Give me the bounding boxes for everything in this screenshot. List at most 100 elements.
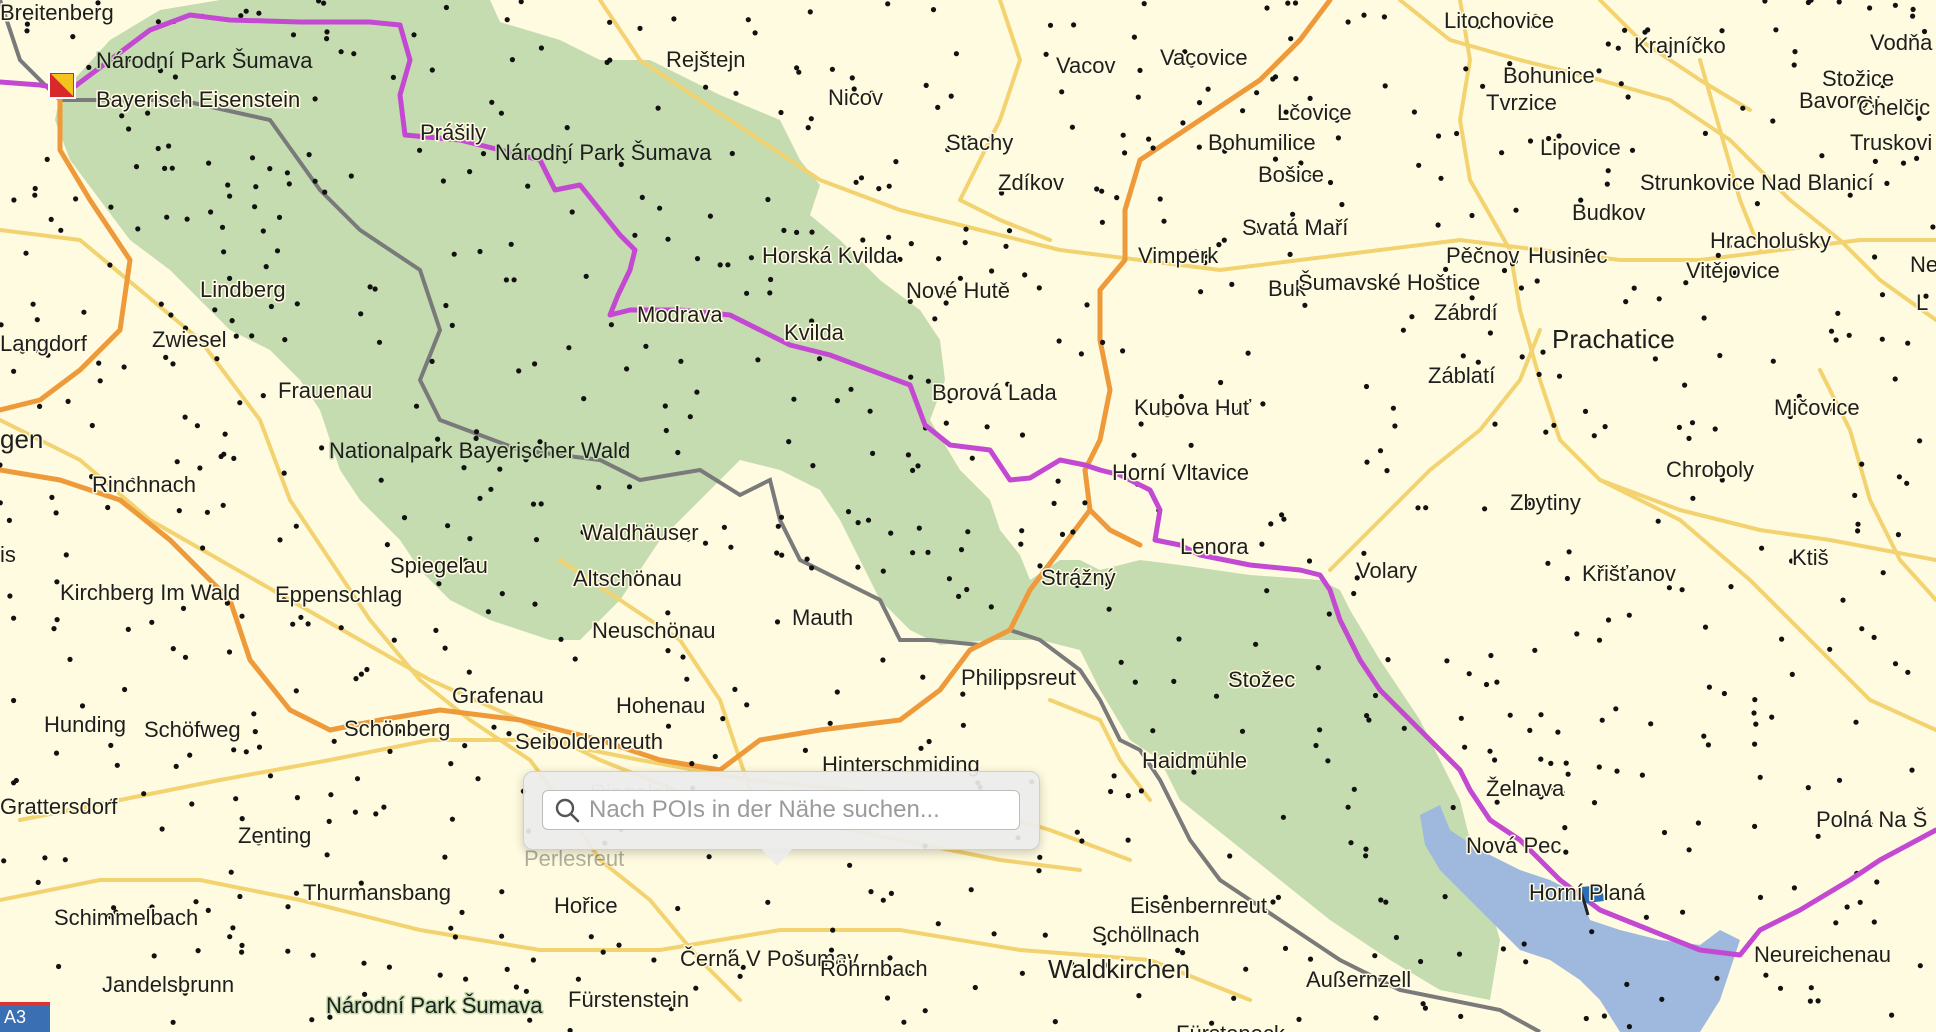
place-label[interactable]: Truskovi [1849, 129, 1934, 157]
place-label[interactable]: Vacovice [1159, 44, 1250, 72]
place-label[interactable]: Philippsreut [960, 664, 1078, 692]
place-label[interactable]: Fürstenstein [567, 986, 691, 1014]
place-label[interactable]: Zdíkov [997, 169, 1066, 197]
place-label[interactable]: Schöfweg [143, 716, 243, 744]
place-label[interactable]: Křišťanov [1581, 560, 1678, 588]
place-label[interactable]: Haidmühle [1141, 747, 1249, 775]
place-label[interactable]: Grattersdorf [0, 793, 120, 821]
place-label[interactable]: Nationalpark Bayerischer Wald [328, 437, 632, 465]
place-label[interactable]: Röhrnbach [819, 955, 930, 983]
place-label[interactable]: Svatá Maří [1241, 214, 1350, 242]
place-label[interactable]: Bohunice [1502, 62, 1597, 90]
place-label[interactable]: Hořice [553, 892, 620, 920]
place-label[interactable]: Seiboldenreuth [514, 728, 665, 756]
place-label[interactable]: Stožice [1821, 65, 1896, 93]
place-label[interactable]: Nová Pec [1465, 832, 1563, 860]
place-label[interactable]: Vimperk [1137, 242, 1221, 270]
place-label[interactable]: Mauth [791, 604, 855, 632]
place-label[interactable]: Frauenau [277, 377, 374, 405]
place-label[interactable]: Prášily [419, 119, 488, 147]
place-label[interactable]: Schönberg [343, 715, 452, 743]
place-label[interactable]: Grafenau [451, 682, 546, 710]
place-label[interactable]: Národní Park Šumava [325, 992, 545, 1020]
place-label[interactable]: Breitenberg [0, 0, 115, 27]
place-label[interactable]: gen [0, 423, 45, 456]
place-label[interactable]: Strunkovice Nad Blanicí [1639, 169, 1876, 197]
place-label[interactable]: Nicov [827, 84, 885, 112]
place-label[interactable]: Ktiš [1791, 544, 1831, 572]
place-label[interactable]: Zbytiny [1509, 489, 1583, 517]
place-label[interactable]: Borová Lada [931, 379, 1060, 407]
place-label[interactable]: Eppenschlag [274, 581, 404, 609]
place-label[interactable]: L [1915, 289, 1930, 317]
poi-search-input[interactable] [589, 796, 1009, 824]
place-label[interactable]: Altschönau [572, 565, 684, 593]
place-label[interactable]: Zábrdí [1433, 299, 1500, 327]
place-label[interactable]: Rinchnach [91, 471, 198, 499]
place-label[interactable]: Želnava [1485, 775, 1567, 803]
place-label[interactable]: Hunding [43, 711, 128, 739]
place-label[interactable]: Horní Planá [1528, 879, 1648, 907]
place-label[interactable]: Modrava [636, 301, 725, 329]
place-label[interactable]: Lenora [1179, 533, 1251, 561]
place-label[interactable]: Neureichenau [1753, 941, 1893, 969]
poi-search-box[interactable] [542, 790, 1020, 830]
place-label[interactable]: Eisenbernreut [1129, 892, 1269, 920]
place-label[interactable]: Waldkirchen [1047, 953, 1192, 986]
place-label[interactable]: Bošice [1257, 161, 1326, 189]
place-label[interactable]: Bohumilice [1207, 129, 1318, 157]
place-label[interactable]: Zwiesel [151, 326, 229, 354]
place-label[interactable]: Spiegelau [389, 552, 490, 580]
place-label[interactable]: Národní Park Šumava [95, 47, 315, 75]
place-label[interactable]: Neuschönau [591, 617, 718, 645]
place-label[interactable]: Volary [1355, 557, 1419, 585]
place-label[interactable]: Schöllnach [1091, 921, 1202, 949]
place-label[interactable]: Lipovice [1539, 134, 1623, 162]
place-label[interactable]: Strážný [1040, 564, 1118, 592]
place-label[interactable]: Ne [1909, 251, 1936, 279]
place-label[interactable]: Tvrzice [1485, 89, 1559, 117]
place-label[interactable]: Kvilda [783, 319, 847, 347]
place-label[interactable]: Fürsteneck [1175, 1020, 1288, 1032]
place-label[interactable]: Bayerisch Eisenstein [95, 86, 302, 114]
place-label[interactable]: Kubova Huť [1133, 394, 1254, 422]
place-label[interactable]: Chroboly [1665, 456, 1756, 484]
place-label[interactable]: Šumavské Hoštice [1297, 269, 1482, 297]
place-label[interactable]: Lindberg [199, 276, 288, 304]
place-label[interactable]: Litochovice [1443, 7, 1556, 35]
place-label[interactable]: Záblatí [1427, 362, 1497, 390]
place-label[interactable]: Vodňa [1869, 29, 1935, 57]
place-label[interactable]: Prachatice [1551, 323, 1677, 356]
place-label[interactable]: Hracholusky [1709, 227, 1833, 255]
place-label[interactable]: Chelčic [1857, 94, 1932, 122]
place-label[interactable]: Vacov [1055, 52, 1118, 80]
place-label[interactable]: Nové Hutě [905, 277, 1012, 305]
place-label[interactable]: Kirchberg Im Wald [59, 579, 242, 607]
place-label[interactable]: Krajníčko [1633, 32, 1728, 60]
place-label[interactable]: Stachy [945, 129, 1015, 157]
place-label[interactable]: Jandelsbrunn [101, 971, 236, 999]
place-label[interactable]: Stožec [1227, 666, 1297, 694]
place-label[interactable]: Polná Na Š [1815, 806, 1929, 834]
place-label[interactable]: Rejštejn [665, 46, 747, 74]
map-canvas[interactable]: RingelaiPerlesreutFreyung Národní Park Š… [0, 0, 1936, 1032]
place-label[interactable]: Horská Kvilda [761, 242, 900, 270]
place-label[interactable]: is [0, 541, 17, 569]
place-label[interactable]: Horní Vltavice [1111, 459, 1251, 487]
place-label[interactable]: Budkov [1571, 199, 1647, 227]
place-label[interactable]: Vitějovice [1685, 257, 1782, 285]
place-label[interactable]: Langdorf [0, 330, 89, 358]
place-label[interactable]: Thurmansbang [302, 879, 453, 907]
place-label[interactable]: Husinec [1527, 242, 1609, 270]
place-dot [1120, 348, 1126, 354]
place-label[interactable]: Zenting [237, 822, 313, 850]
place-label[interactable]: Pěčnov [1445, 242, 1521, 270]
place-label[interactable]: Schimmelbach [53, 904, 200, 932]
place-label[interactable]: Mičovice [1773, 394, 1862, 422]
place-label[interactable]: Národní Park Šumava [494, 139, 714, 167]
place-label[interactable]: Lčovice [1276, 99, 1354, 127]
place-label[interactable]: Außernzell [1305, 966, 1413, 994]
place-label[interactable]: Waldhäuser [581, 519, 701, 547]
start-marker[interactable] [48, 71, 76, 99]
place-label[interactable]: Hohenau [615, 692, 707, 720]
